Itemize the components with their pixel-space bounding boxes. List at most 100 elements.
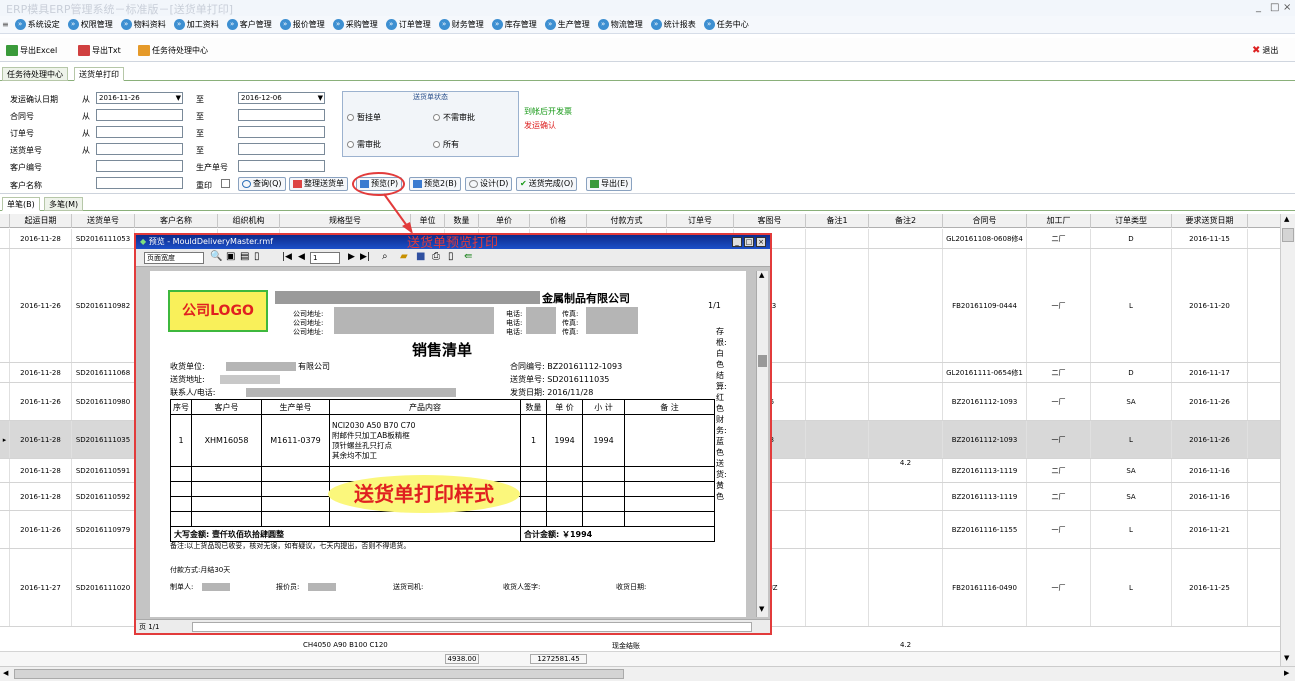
exit-preview-icon[interactable]: ⇚ (464, 251, 472, 262)
col-order-no[interactable]: 订单号 (667, 214, 734, 228)
row-indicator[interactable] (0, 549, 10, 626)
col-qty[interactable]: 数量 (445, 214, 479, 228)
last-page-icon[interactable]: ▶| (360, 252, 370, 262)
tab-task-center[interactable]: 任务待处理中心 (2, 67, 68, 81)
menu-order[interactable]: » 订单管理 (385, 19, 431, 30)
menu-inventory[interactable]: » 库存管理 (491, 19, 537, 30)
query-button[interactable]: 查询(Q) (238, 177, 286, 191)
next-page-icon[interactable]: ▶ (348, 252, 355, 262)
menu-quote[interactable]: » 报价管理 (279, 19, 325, 30)
menu-purchase[interactable]: » 采购管理 (332, 19, 378, 30)
customer-code-input[interactable] (96, 160, 183, 172)
date-from-picker[interactable]: 2016-11-26 (96, 92, 183, 104)
preview-scroll-up-icon[interactable]: ▲ (759, 271, 764, 279)
customer-name-input[interactable] (96, 177, 183, 189)
col-delivery-no[interactable]: 送货单号 (72, 214, 135, 228)
menu-customer[interactable]: » 客户管理 (226, 19, 272, 30)
row-indicator[interactable] (0, 511, 10, 548)
col-remark2[interactable]: 备注2 (869, 214, 943, 228)
production-no-input[interactable] (238, 160, 325, 172)
col-customer-name[interactable]: 客户名称 (135, 214, 218, 228)
row-indicator[interactable] (0, 459, 10, 482)
page-icon[interactable]: ▯ (254, 251, 260, 262)
design-button[interactable]: 设计(D) (465, 177, 513, 191)
scroll-down-icon[interactable]: ▼ (1284, 654, 1289, 662)
col-organization[interactable]: 组织机构 (218, 214, 280, 228)
menu-finance[interactable]: » 财务管理 (438, 19, 484, 30)
tab-single[interactable]: 单笔(B) (2, 197, 40, 211)
task-center-button[interactable]: 任务待处理中心 (138, 42, 208, 58)
prev-page-icon[interactable]: ◀ (298, 252, 305, 262)
col-drawing-no[interactable]: 客图号 (734, 214, 806, 228)
order-from-input[interactable] (96, 126, 183, 138)
scroll-up-icon[interactable]: ▲ (1284, 215, 1289, 223)
date-to-picker[interactable]: 2016-12-06 (238, 92, 325, 104)
print-icon[interactable]: ⎙ (432, 251, 440, 262)
order-to-input[interactable] (238, 126, 325, 138)
col-order-type[interactable]: 订单类型 (1091, 214, 1172, 228)
col-price[interactable]: 价格 (530, 214, 587, 228)
preview-close-button[interactable]: × (756, 237, 766, 247)
maximize-button[interactable]: □ (1270, 2, 1279, 13)
radio-need-approval[interactable]: 需审批 (347, 139, 381, 150)
new-page-icon[interactable]: ▯ (448, 251, 454, 262)
row-indicator[interactable] (0, 383, 10, 420)
row-indicator[interactable] (0, 483, 10, 510)
zoom-select[interactable]: 页面宽度 (144, 252, 204, 264)
row-indicator[interactable] (0, 229, 10, 248)
hscroll-thumb[interactable] (14, 669, 624, 679)
menu-processing[interactable]: » 加工资料 (173, 19, 219, 30)
scroll-right-icon[interactable]: ▶ (1284, 669, 1289, 677)
menu-tasks[interactable]: » 任务中心 (703, 19, 749, 30)
menu-reports[interactable]: » 统计报表 (650, 19, 696, 30)
col-ship-date[interactable]: 起运日期 (10, 214, 72, 228)
preview2-button[interactable]: 预览2(B) (409, 177, 461, 191)
vertical-scrollbar[interactable]: ▲ ▼ (1280, 214, 1295, 666)
page-fit-icon[interactable]: ▣ (226, 251, 235, 262)
menu-system[interactable]: » 系统设定 (14, 19, 60, 30)
delivery-from-input[interactable] (96, 143, 183, 155)
first-page-icon[interactable]: |◀ (282, 252, 292, 262)
preview-vscroll[interactable]: ▲ ▼ (756, 271, 768, 617)
radio-all[interactable]: 所有 (433, 139, 459, 150)
contract-from-input[interactable] (96, 109, 183, 121)
menu-logistics[interactable]: » 物流管理 (597, 19, 643, 30)
delivery-to-input[interactable] (238, 143, 325, 155)
row-indicator[interactable]: ▸ (0, 421, 10, 458)
tab-delivery-print[interactable]: 送货单打印 (74, 67, 124, 81)
export-button[interactable]: 导出(E) (586, 177, 633, 191)
col-unit-price[interactable]: 单价 (479, 214, 530, 228)
preview-hscroll[interactable] (192, 622, 752, 632)
col-payment[interactable]: 付款方式 (587, 214, 667, 228)
menu-permission[interactable]: » 权限管理 (67, 19, 113, 30)
page-width-icon[interactable]: ▤ (240, 251, 249, 262)
zoom-icon[interactable]: 🔍 (210, 251, 222, 262)
page-number-input[interactable]: 1 (310, 252, 340, 264)
exit-button[interactable]: ✖ 退出 (1252, 42, 1278, 58)
row-indicator[interactable] (0, 249, 10, 362)
horizontal-scrollbar[interactable]: ◀ ▶ (0, 666, 1295, 681)
preview-scroll-thumb[interactable] (758, 355, 767, 367)
minimize-button[interactable]: _ (1256, 2, 1261, 13)
save-icon[interactable]: ■ (416, 251, 425, 262)
col-remark1[interactable]: 备注1 (806, 214, 869, 228)
scroll-thumb[interactable] (1282, 228, 1294, 242)
preview-scroll-down-icon[interactable]: ▼ (759, 605, 764, 613)
menu-production[interactable]: » 生产管理 (544, 19, 590, 30)
col-contract-no[interactable]: 合同号 (943, 214, 1027, 228)
close-button[interactable]: × (1283, 2, 1291, 13)
organize-delivery-button[interactable]: 整理送货单 (289, 177, 348, 191)
menu-material[interactable]: » 物料资料 (120, 19, 166, 30)
export-excel-button[interactable]: 导出Excel (6, 42, 57, 58)
row-indicator[interactable] (0, 363, 10, 382)
radio-pending[interactable]: 暂挂单 (347, 112, 381, 123)
radio-no-approval[interactable]: 不需审批 (433, 112, 475, 123)
reprint-checkbox[interactable] (221, 179, 230, 188)
open-folder-icon[interactable]: ▰ (400, 251, 408, 262)
contract-to-input[interactable] (238, 109, 325, 121)
col-factory[interactable]: 加工厂 (1027, 214, 1091, 228)
preview-minimize-button[interactable]: _ (732, 237, 742, 247)
col-required-date[interactable]: 要求送货日期 (1172, 214, 1248, 228)
preview-maximize-button[interactable]: □ (744, 237, 754, 247)
scroll-left-icon[interactable]: ◀ (3, 669, 8, 677)
